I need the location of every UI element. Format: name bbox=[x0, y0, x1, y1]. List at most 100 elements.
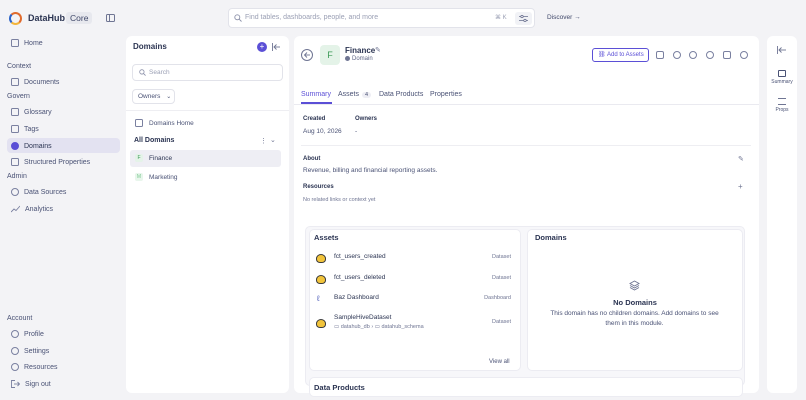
asset-row[interactable]: fct_users_created Dataset bbox=[316, 253, 511, 273]
domains-module-title: Domains bbox=[535, 233, 567, 242]
nav-analytics[interactable]: Analytics bbox=[11, 202, 53, 216]
expand-rail-icon[interactable] bbox=[777, 46, 786, 54]
tab-assets[interactable]: Assets 4 bbox=[338, 91, 372, 98]
edit-about-icon[interactable]: ✎ bbox=[738, 155, 744, 163]
owners-label: Owners bbox=[355, 116, 378, 122]
add-to-assets-label: Add to Assets bbox=[607, 52, 644, 58]
datahub-logo bbox=[9, 12, 22, 25]
trash-icon[interactable] bbox=[723, 51, 731, 59]
add-resource-icon[interactable]: + bbox=[738, 182, 743, 191]
resources-label: Resources bbox=[303, 184, 334, 190]
nav-glossary-label: Glossary bbox=[24, 108, 52, 116]
sliders-icon bbox=[519, 15, 528, 22]
asset-type: Dataset bbox=[492, 275, 511, 281]
nav-resources-label: Resources bbox=[24, 363, 58, 371]
domain-item-marketing[interactable]: M Marketing bbox=[135, 170, 178, 184]
create-domain-button[interactable]: + bbox=[257, 42, 267, 52]
owners-filter-label: Owners bbox=[138, 93, 161, 100]
list-icon bbox=[11, 158, 19, 166]
domains-home-link[interactable]: Domains Home bbox=[135, 116, 194, 130]
data-products-module-title: Data Products bbox=[314, 383, 365, 392]
domains-panel-title: Domains bbox=[133, 42, 167, 51]
nav-tags[interactable]: Tags bbox=[11, 122, 39, 136]
search-icon bbox=[139, 69, 146, 76]
nav-section-govern: Govern bbox=[7, 93, 30, 100]
history-icon[interactable] bbox=[740, 51, 748, 59]
sign-out-icon bbox=[11, 380, 20, 388]
back-arrow-icon[interactable] bbox=[301, 49, 313, 61]
search-shortcut: ⌘ K bbox=[495, 15, 507, 21]
asset-path: ▭ datahub_db › ▭ datahub_schema bbox=[334, 324, 424, 330]
edit-pencil-icon[interactable]: ✎ bbox=[375, 46, 381, 54]
nav-sign-out[interactable]: Sign out bbox=[11, 377, 51, 391]
add-to-assets-button[interactable]: ⛓ Add to Assets bbox=[592, 48, 649, 62]
nav-data-sources-label: Data Sources bbox=[24, 188, 67, 196]
home-icon bbox=[135, 119, 143, 127]
asset-name: Baz Dashboard bbox=[334, 294, 379, 301]
more-vertical-icon[interactable]: ⋮ bbox=[260, 137, 267, 145]
asset-row[interactable]: ℓ Baz Dashboard Dashboard bbox=[316, 294, 511, 314]
rail-props-label[interactable]: Props bbox=[767, 107, 797, 113]
chevron-right-icon: › bbox=[371, 324, 374, 330]
domain-avatar: F bbox=[135, 154, 143, 162]
gear-icon bbox=[11, 347, 19, 355]
list-icon[interactable] bbox=[778, 98, 786, 105]
right-rail bbox=[767, 36, 797, 393]
nav-section-account: Account bbox=[7, 315, 33, 322]
home-icon bbox=[11, 39, 19, 47]
chevron-down-icon[interactable]: ⌄ bbox=[270, 136, 276, 144]
domains-search-placeholder: Search bbox=[149, 69, 170, 76]
about-text: Revenue, billing and financial reporting… bbox=[303, 167, 438, 174]
domain-item-label: Marketing bbox=[149, 173, 178, 181]
user-icon bbox=[11, 330, 19, 338]
tab-properties[interactable]: Properties bbox=[430, 91, 462, 98]
asset-path-db: datahub_db bbox=[340, 324, 370, 330]
nav-data-sources[interactable]: Data Sources bbox=[11, 185, 66, 199]
asset-type: Dataset bbox=[492, 319, 511, 325]
global-search-input[interactable]: Find tables, dashboards, people, and mor… bbox=[228, 8, 535, 28]
nav-glossary[interactable]: Glossary bbox=[11, 105, 52, 119]
search-filter-button[interactable] bbox=[515, 12, 532, 25]
domain-icon bbox=[11, 142, 19, 150]
resources-empty-text: No related links or context yet bbox=[303, 197, 376, 203]
brand-name: DataHub bbox=[28, 13, 66, 23]
tab-summary[interactable]: Summary bbox=[301, 91, 331, 98]
asset-name: SampleHiveDataset bbox=[334, 314, 392, 321]
nav-documents[interactable]: Documents bbox=[11, 75, 59, 89]
tab-data-products[interactable]: Data Products bbox=[379, 91, 423, 98]
sidebar-collapse-icon[interactable] bbox=[106, 14, 115, 22]
nav-profile[interactable]: Profile bbox=[11, 327, 44, 341]
collapse-panel-icon[interactable] bbox=[272, 43, 280, 51]
domain-item-finance[interactable]: F Finance bbox=[135, 151, 172, 165]
feedback-icon[interactable] bbox=[673, 51, 681, 59]
chevron-down-icon: ⌄ bbox=[166, 94, 172, 100]
nav-tags-label: Tags bbox=[24, 125, 39, 133]
domain-item-label: Finance bbox=[149, 154, 173, 162]
asset-row[interactable]: fct_users_deleted Dataset bbox=[316, 274, 511, 294]
domains-search-input[interactable]: Search bbox=[132, 64, 283, 81]
asset-type: Dataset bbox=[492, 254, 511, 260]
view-all-link[interactable]: View all bbox=[489, 359, 510, 365]
folder-icon[interactable] bbox=[656, 51, 664, 59]
discover-link[interactable]: Discover → bbox=[547, 14, 581, 21]
asset-path-schema: datahub_schema bbox=[381, 324, 424, 330]
hive-icon bbox=[316, 319, 326, 328]
share-icon[interactable] bbox=[689, 51, 697, 59]
owners-filter-dropdown[interactable]: Owners ⌄ bbox=[132, 89, 175, 104]
nav-resources[interactable]: Resources bbox=[11, 360, 57, 374]
deprecate-icon[interactable] bbox=[706, 51, 714, 59]
nav-settings[interactable]: Settings bbox=[11, 344, 49, 358]
nav-sign-out-label: Sign out bbox=[25, 380, 51, 388]
nav-structured-properties[interactable]: Structured Properties bbox=[11, 155, 90, 169]
nav-settings-label: Settings bbox=[24, 347, 50, 355]
divider bbox=[301, 145, 751, 146]
asset-row[interactable]: SampleHiveDataset Dataset ▭ datahub_db ›… bbox=[316, 314, 511, 336]
tabs-divider bbox=[294, 104, 759, 105]
nav-section-admin: Admin bbox=[7, 173, 27, 180]
rail-summary-label[interactable]: Summary bbox=[767, 79, 797, 85]
no-domains-title: No Domains bbox=[613, 298, 657, 307]
nav-domains[interactable]: Domains bbox=[11, 139, 52, 153]
nav-home[interactable]: Home bbox=[11, 36, 43, 50]
plug-icon bbox=[11, 188, 19, 196]
book-open-icon[interactable] bbox=[778, 70, 786, 77]
